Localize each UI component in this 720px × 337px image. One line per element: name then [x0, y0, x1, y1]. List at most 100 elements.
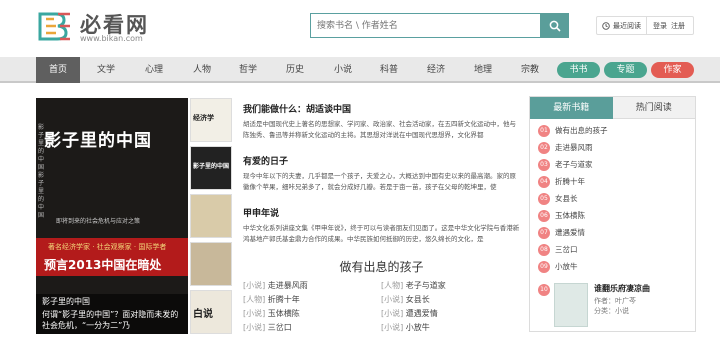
rank-number: 05: [538, 193, 550, 205]
nav-item-philosophy[interactable]: 哲学: [230, 57, 266, 83]
site-logo[interactable]: 必看网 www.bikan.com: [36, 8, 176, 46]
category-tag: [小说]: [381, 323, 404, 332]
search-input[interactable]: [311, 14, 540, 37]
slider-caption[interactable]: 影子里的中国 何谓“影子里的中国”？面对隐而未发的社会危机，“一分为二”乃: [36, 294, 188, 334]
rank-item[interactable]: 05 女县长: [538, 192, 578, 206]
search-box: [310, 13, 540, 38]
rank-book-name: 玉体横陈: [555, 211, 585, 220]
thumbnail-5[interactable]: 白说: [190, 290, 232, 334]
topics-button[interactable]: 专题: [604, 62, 647, 78]
rank-number: 09: [538, 261, 550, 273]
cover-subtitle: 即将到来的社会危机与应对之策: [56, 218, 141, 225]
book-name: 遭遇爱情: [405, 309, 438, 318]
rank-number: 10: [538, 284, 550, 296]
nav-item-psychology[interactable]: 心理: [136, 57, 172, 83]
rank-book-name: 折腾十年: [555, 177, 585, 186]
nav-item-geography[interactable]: 地理: [465, 57, 501, 83]
list-item[interactable]: [小说] 走进暴风雨: [243, 279, 308, 292]
authors-button[interactable]: 作家: [651, 62, 694, 78]
list-item[interactable]: [小说] 小放牛: [381, 321, 430, 334]
rank-item[interactable]: 02 走进暴风雨: [538, 141, 593, 155]
rank-number: 06: [538, 210, 550, 222]
rank-number: 04: [538, 176, 550, 188]
featured-book-author: 作者：叶广芩: [594, 297, 636, 305]
article-title[interactable]: 甲申年说: [243, 206, 520, 219]
article-title[interactable]: 有爱的日子: [243, 154, 520, 167]
interesting-section-title: 做有出息的孩子: [339, 260, 424, 274]
thumbnail-2[interactable]: 影子里的中国: [190, 146, 232, 190]
recent-reading-label: 最近阅读: [613, 21, 641, 30]
category-tag: [人物]: [243, 295, 266, 304]
rank-item[interactable]: 03 老子与道家: [538, 158, 593, 172]
search-icon: [549, 20, 561, 32]
cover-red-band: 著名经济学家 · 社会观察家 · 国际学者 预言2013中国在暗处: [36, 238, 188, 276]
rank-number: 03: [538, 159, 550, 171]
nav-item-history[interactable]: 历史: [277, 57, 313, 83]
tab-hot-reading[interactable]: 热门阅读: [612, 97, 695, 119]
nav-item-science[interactable]: 科普: [371, 57, 407, 83]
ranking-panel: 最新书籍 热门阅读 01 做有出息的孩子 02 走进暴风雨 03 老子与道家 04 折腾…: [529, 96, 696, 332]
category-tag: [小说]: [243, 323, 266, 332]
list-item[interactable]: [小说] 遭遇爱情: [381, 307, 438, 320]
user-links: 最近阅读 登录 注册: [596, 16, 694, 35]
register-link[interactable]: 注册: [671, 21, 685, 31]
rank-book-name: 小放牛: [555, 262, 578, 271]
rank-item[interactable]: 09 小放牛: [538, 260, 578, 274]
nav-item-economy[interactable]: 经济: [418, 57, 454, 83]
rank-book-name: 做有出息的孩子: [555, 126, 608, 135]
nav-item-religion[interactable]: 宗教: [512, 57, 548, 83]
thumbnail-label: 经济学: [193, 113, 214, 122]
rank-number: 02: [538, 142, 550, 154]
book-name: 玉体横陈: [267, 309, 300, 318]
rank-item[interactable]: 06 玉体横陈: [538, 209, 585, 223]
site-url: www.bikan.com: [80, 34, 143, 43]
article-title[interactable]: 我们能做什么：胡适谈中国: [243, 102, 520, 115]
book-name: 女县长: [405, 295, 430, 304]
thumbnail-1[interactable]: 经济学: [190, 98, 232, 142]
book-name: 老子与道家: [405, 281, 446, 290]
category-tag: [人物]: [381, 281, 404, 290]
article-summary: 中华文化系列讲座文集《甲申年说》，终于可以与读者朋友们见面了。这是中华文化学院与…: [243, 224, 520, 243]
nav-item-people[interactable]: 人物: [184, 57, 220, 83]
list-item[interactable]: [小说] 玉体横陈: [243, 307, 300, 320]
cover-red-line2: 预言2013中国在暗处: [44, 258, 162, 272]
list-item[interactable]: [人物] 老子与道家: [381, 279, 446, 292]
slider-caption-title: 影子里的中国: [42, 297, 90, 306]
list-item[interactable]: [人物] 折腾十年: [243, 293, 300, 306]
thumbnail-4[interactable]: [190, 242, 232, 286]
nav-item-novel[interactable]: 小说: [325, 57, 361, 83]
list-item[interactable]: [小说] 女县长: [381, 293, 430, 306]
rank-item[interactable]: 01 做有出息的孩子: [538, 124, 608, 138]
nav-item-home[interactable]: 首页: [36, 57, 80, 83]
search-button[interactable]: [540, 13, 569, 38]
article-summary: 胡适是中国现代史上著名的思想家、学问家、政治家、社会活动家，在五四新文化运动中，…: [243, 120, 516, 139]
auth-links: 登录 注册: [647, 21, 685, 31]
book-cover-image[interactable]: [554, 283, 588, 327]
category-tag: [小说]: [381, 309, 404, 318]
rank-number: 07: [538, 227, 550, 239]
clock-icon: [602, 21, 610, 30]
featured-slider[interactable]: 影子里的中国影子里的中国 影子里的中国 即将到来的社会危机与应对之策 著名经济学…: [36, 98, 188, 334]
main-nav: 首页 文学 心理 人物 哲学 历史 小说 科普 经济 地理 宗教 书书 专题 作…: [0, 57, 720, 83]
thumbnail-3[interactable]: [190, 194, 232, 238]
book-name: 走进暴风雨: [267, 281, 308, 290]
featured-book-title[interactable]: 谁翻乐府凄凉曲: [594, 283, 694, 294]
rank-featured-book[interactable]: 谁翻乐府凄凉曲 作者：叶广芩 分类：小说: [554, 283, 694, 327]
books-button[interactable]: 书书: [557, 62, 600, 78]
rank-item[interactable]: 07 遭遇爱情: [538, 226, 585, 240]
tab-new-books[interactable]: 最新书籍: [530, 97, 613, 119]
article-summary: 现今中年以下的夫妻，几乎都是一个孩子，夫爱之心，大概达到中国有史以来的最高潮。家…: [243, 172, 516, 191]
logo-mark-icon: [38, 12, 70, 41]
category-tag: [小说]: [243, 309, 266, 318]
article-item: 有爱的日子 现今中年以下的夫妻，几乎都是一个孩子，夫爱之心，大概达到中国有史以来…: [243, 154, 520, 204]
rank-item[interactable]: 08 三岔口: [538, 243, 578, 257]
list-item[interactable]: [小说] 三岔口: [243, 321, 292, 334]
rank-item[interactable]: 04 折腾十年: [538, 175, 585, 189]
rank-number: 01: [538, 125, 550, 137]
nav-item-literature[interactable]: 文学: [88, 57, 124, 83]
login-link[interactable]: 登录: [653, 21, 667, 31]
rank-item-featured-number: 10: [538, 283, 555, 297]
rank-number: 08: [538, 244, 550, 256]
recent-reading-link[interactable]: 最近阅读: [597, 17, 647, 34]
rank-book-name: 走进暴风雨: [555, 143, 593, 152]
